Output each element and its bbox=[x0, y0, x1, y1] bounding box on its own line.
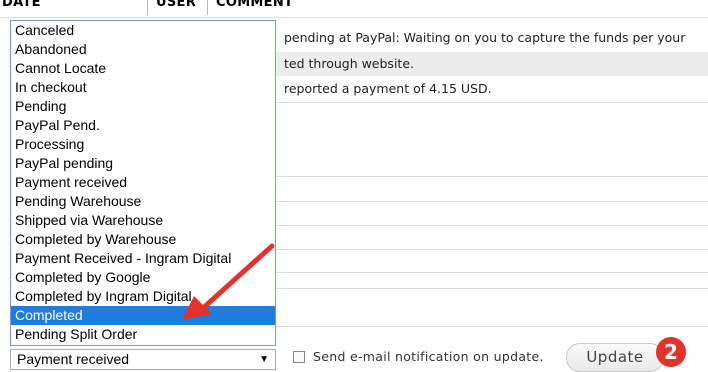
step-badge: 2 bbox=[656, 337, 686, 367]
status-select[interactable]: Payment received ▼ bbox=[10, 349, 276, 370]
status-option[interactable]: Pending Split Order bbox=[11, 325, 275, 344]
row-divider bbox=[276, 201, 708, 202]
header-date[interactable]: DATE bbox=[2, 0, 92, 15]
header-comment[interactable]: COMMENT bbox=[207, 0, 296, 15]
chevron-down-icon[interactable]: ▼ bbox=[259, 350, 269, 369]
status-select-value: Payment received bbox=[17, 351, 130, 367]
status-option[interactable]: PayPal pending bbox=[11, 154, 275, 173]
row-divider bbox=[276, 249, 708, 250]
row-divider bbox=[276, 272, 708, 273]
status-option[interactable]: Shipped via Warehouse bbox=[11, 211, 275, 230]
status-option[interactable]: Payment received bbox=[11, 173, 275, 192]
status-option[interactable]: Completed by Ingram Digital bbox=[11, 287, 275, 306]
status-option[interactable]: PayPal Pend. bbox=[11, 116, 275, 135]
status-option[interactable]: Payment Received - Ingram Digital bbox=[11, 249, 275, 268]
status-option[interactable]: Cannot Locate bbox=[11, 59, 275, 78]
status-option[interactable]: Canceled bbox=[11, 21, 275, 40]
notify-checkbox[interactable] bbox=[293, 351, 305, 363]
row-divider bbox=[276, 288, 708, 289]
comment-row: pending at PayPal: Waiting on you to cap… bbox=[284, 30, 686, 45]
row-divider bbox=[276, 176, 708, 177]
comment-row: ted through website. bbox=[276, 52, 708, 76]
table-header: DATE USER COMMENT bbox=[0, 0, 708, 18]
row-divider bbox=[276, 326, 708, 327]
status-option[interactable]: Processing bbox=[11, 135, 275, 154]
notify-label: Send e-mail notification on update. bbox=[313, 349, 544, 364]
status-option[interactable]: Completed by Warehouse bbox=[11, 230, 275, 249]
status-option[interactable]: Pending Warehouse bbox=[11, 192, 275, 211]
status-dropdown-list[interactable]: Canceled Abandoned Cannot Locate In chec… bbox=[10, 20, 276, 346]
status-option[interactable]: Completed by Google bbox=[11, 268, 275, 287]
status-option[interactable]: In checkout bbox=[11, 78, 275, 97]
comment-rows: pending at PayPal: Waiting on you to cap… bbox=[276, 18, 708, 328]
row-divider bbox=[276, 102, 708, 103]
header-user[interactable]: USER bbox=[147, 0, 196, 15]
update-button[interactable]: Update bbox=[566, 343, 664, 372]
status-option[interactable]: Pending bbox=[11, 97, 275, 116]
row-divider bbox=[276, 225, 708, 226]
status-option-highlighted[interactable]: Completed bbox=[11, 306, 275, 325]
status-option[interactable]: Abandoned bbox=[11, 40, 275, 59]
comment-row: reported a payment of 4.15 USD. bbox=[284, 81, 492, 96]
